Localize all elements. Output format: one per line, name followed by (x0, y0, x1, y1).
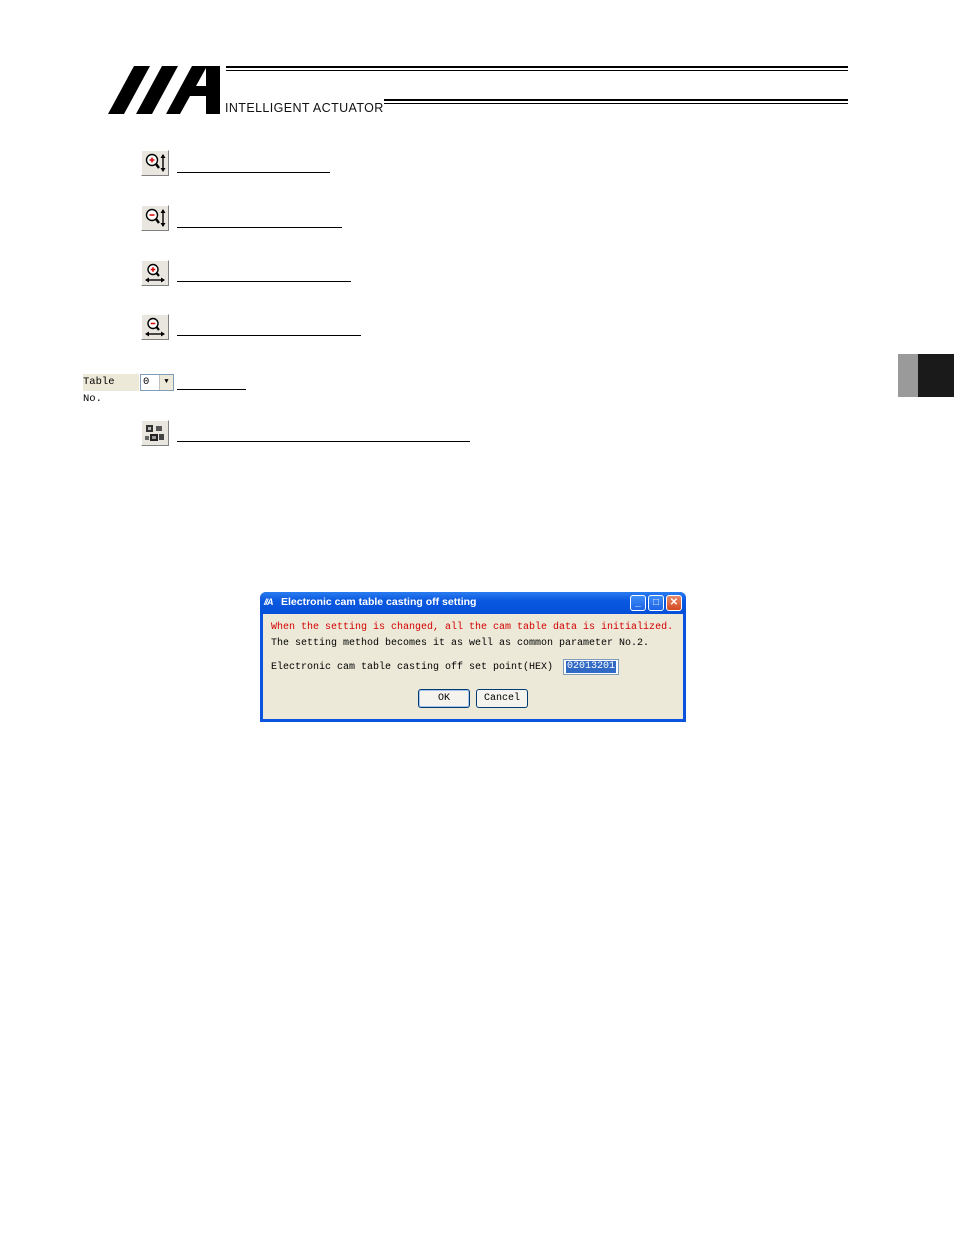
header-rule (384, 103, 848, 104)
ia-logo (108, 66, 220, 114)
set-point-label: Electronic cam table casting off set poi… (271, 662, 554, 673)
dialog-client-area: When the setting is changed, all the cam… (263, 614, 683, 719)
maximize-icon: □ (652, 597, 660, 608)
zoom-out-vertical-icon (145, 208, 166, 227)
header-rule (384, 99, 848, 101)
ok-button[interactable]: OK (418, 689, 470, 708)
table-no-value: 0 (143, 376, 150, 388)
zoom-in-horizontal-button[interactable] (141, 260, 169, 286)
dialog-titlebar[interactable]: //A Electronic cam table casting off set… (260, 592, 686, 614)
table-no-label: Table No. (83, 374, 139, 405)
table-no-selector[interactable]: Table No. 0 ▼ (83, 374, 175, 405)
minimize-icon: _ (635, 597, 641, 608)
cancel-button[interactable]: Cancel (476, 689, 528, 708)
label-underline (177, 335, 361, 336)
cam-table-casting-off-dialog: //A Electronic cam table casting off set… (260, 592, 686, 722)
close-icon: ✕ (669, 597, 679, 608)
brand-text: INTELLIGENT ACTUATOR (225, 101, 384, 115)
set-point-value: 02013201 (566, 661, 617, 673)
warning-message: When the setting is changed, all the cam… (271, 622, 674, 633)
zoom-in-horizontal-icon (145, 263, 165, 283)
zoom-in-vertical-button[interactable] (141, 150, 169, 176)
label-underline (177, 281, 351, 282)
dialog-title: Electronic cam table casting off setting (281, 596, 477, 608)
label-underline (177, 389, 246, 390)
label-underline (177, 172, 330, 173)
zoom-out-horizontal-button[interactable] (141, 314, 169, 340)
zoom-out-vertical-button[interactable] (141, 205, 169, 231)
zoom-in-vertical-icon (145, 153, 166, 172)
maximize-button[interactable]: □ (648, 595, 664, 611)
cam-table-setting-button[interactable] (141, 420, 169, 446)
set-point-input[interactable]: 02013201 (563, 659, 619, 675)
zoom-out-horizontal-icon (145, 317, 165, 337)
info-message: The setting method becomes it as well as… (271, 638, 650, 649)
cam-table-setting-icon (145, 425, 164, 441)
label-underline (177, 227, 342, 228)
close-button[interactable]: ✕ (666, 595, 682, 611)
header-rule (226, 66, 848, 68)
header-rule (226, 70, 848, 71)
table-no-dropdown[interactable]: 0 ▼ (140, 374, 174, 391)
minimize-button[interactable]: _ (630, 595, 646, 611)
label-underline (177, 441, 470, 442)
ia-app-icon: //A (264, 597, 273, 607)
chapter-tab-shade (898, 354, 918, 397)
chevron-down-icon[interactable]: ▼ (159, 375, 173, 390)
chapter-tab (918, 354, 954, 397)
